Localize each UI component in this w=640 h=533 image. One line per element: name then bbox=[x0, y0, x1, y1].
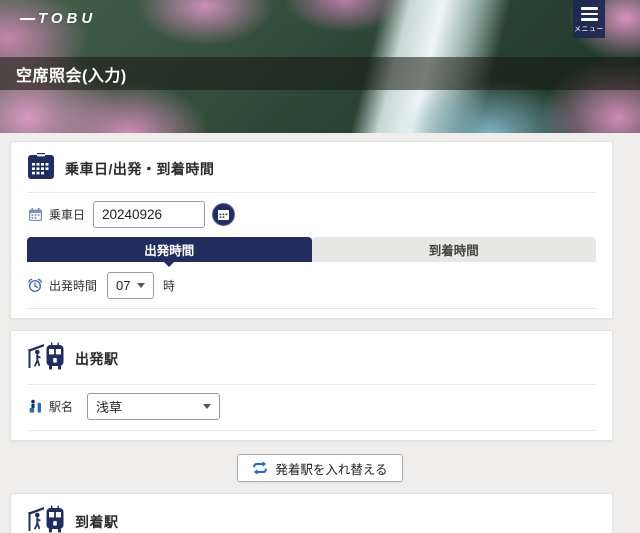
menu-button[interactable]: メニュー bbox=[573, 0, 605, 38]
departure-station-header: 出発駅 bbox=[27, 331, 596, 384]
boarding-date-input[interactable] bbox=[93, 201, 205, 228]
menu-button-label: メニュー bbox=[574, 24, 604, 34]
tab-arrival-time[interactable]: 到着時間 bbox=[312, 237, 597, 262]
tobu-logo[interactable]: TOBU bbox=[20, 10, 96, 27]
departure-hour-value: 07 bbox=[116, 278, 130, 293]
time-mode-tabs: 出発時間 到着時間 bbox=[27, 237, 596, 262]
arrival-station-section: 到着駅 駅名 東武日光 bbox=[10, 493, 613, 533]
logo-text: TOBU bbox=[38, 10, 96, 27]
ticket-gate-icon bbox=[27, 399, 43, 414]
tab-departure-time[interactable]: 出発時間 bbox=[27, 237, 312, 262]
chevron-down-icon bbox=[203, 404, 211, 409]
datetime-section-title: 乗車日/出発・到着時間 bbox=[65, 159, 214, 179]
chevron-down-icon bbox=[137, 283, 145, 288]
swap-stations-label: 発着駅を入れ替える bbox=[275, 459, 387, 478]
departure-station-section: 出発駅 駅名 浅草 bbox=[10, 330, 613, 441]
active-tab-pointer bbox=[164, 262, 174, 267]
arrival-station-title: 到着駅 bbox=[75, 512, 119, 532]
hamburger-icon bbox=[581, 7, 598, 21]
departure-time-label: 出発時間 bbox=[49, 277, 107, 294]
swap-stations-button[interactable]: 発着駅を入れ替える bbox=[237, 454, 402, 482]
tab-arrival-time-label: 到着時間 bbox=[429, 240, 479, 259]
clock-icon bbox=[27, 277, 43, 293]
departure-station-title: 出発駅 bbox=[75, 349, 119, 369]
departure-station-row: 駅名 浅草 bbox=[27, 393, 596, 420]
boarding-date-label: 乗車日 bbox=[49, 206, 93, 223]
departure-station-label: 駅名 bbox=[49, 398, 87, 415]
divider bbox=[27, 192, 596, 193]
hour-unit-label: 時 bbox=[163, 277, 175, 294]
page: TOBU メニュー 空席照会(入力) bbox=[0, 0, 640, 533]
divider bbox=[27, 384, 596, 385]
boarding-date-row: 乗車日 bbox=[27, 201, 596, 228]
calendar-small-icon bbox=[27, 207, 43, 222]
departure-station-value: 浅草 bbox=[96, 397, 122, 416]
datetime-section-header: 乗車日/出発・到着時間 bbox=[27, 142, 596, 192]
tab-departure-time-label: 出発時間 bbox=[144, 240, 194, 259]
train-station-icon bbox=[27, 504, 65, 533]
calendar-picker-icon bbox=[217, 208, 230, 221]
hero-banner: TOBU メニュー 空席照会(入力) bbox=[0, 0, 640, 133]
calendar-picker-button[interactable] bbox=[212, 203, 235, 226]
calendar-icon bbox=[27, 152, 55, 185]
datetime-section: 乗車日/出発・到着時間 乗車日 bbox=[10, 141, 613, 319]
swap-icon bbox=[252, 460, 268, 476]
logo-dash bbox=[20, 18, 36, 20]
page-title-bar: 空席照会(入力) bbox=[0, 57, 640, 90]
train-station-icon bbox=[27, 341, 65, 377]
departure-station-select[interactable]: 浅草 bbox=[87, 393, 220, 420]
arrival-station-header: 到着駅 bbox=[27, 494, 596, 533]
departure-hour-select[interactable]: 07 bbox=[107, 272, 154, 299]
page-title: 空席照会(入力) bbox=[0, 62, 127, 86]
departure-time-row: 出発時間 07 時 bbox=[27, 272, 596, 298]
